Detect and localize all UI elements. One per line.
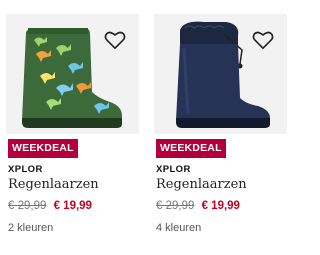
weekdeal-badge: WEEKDEAL bbox=[156, 139, 226, 158]
product-card[interactable]: WEEKDEAL XPLOR Regenlaarzen € 29,99 € 19… bbox=[6, 0, 146, 255]
product-name[interactable]: Regenlaarzen bbox=[8, 177, 99, 192]
sale-price: € 19,99 bbox=[201, 200, 240, 212]
price-row: € 29,99 € 19,99 bbox=[8, 200, 92, 212]
sale-price: € 19,99 bbox=[53, 200, 92, 212]
product-brand: XPLOR bbox=[156, 164, 191, 175]
wishlist-heart-icon[interactable] bbox=[252, 30, 276, 52]
price-row: € 29,99 € 19,99 bbox=[156, 200, 240, 212]
weekdeal-badge: WEEKDEAL bbox=[8, 139, 78, 158]
product-brand: XPLOR bbox=[8, 164, 43, 175]
color-count: 4 kleuren bbox=[156, 222, 202, 234]
product-grid: WEEKDEAL XPLOR Regenlaarzen € 29,99 € 19… bbox=[0, 0, 295, 255]
old-price: € 29,99 bbox=[8, 200, 47, 212]
old-price: € 29,99 bbox=[156, 200, 195, 212]
wishlist-heart-icon[interactable] bbox=[104, 30, 128, 52]
product-name[interactable]: Regenlaarzen bbox=[156, 177, 247, 192]
product-card[interactable]: WEEKDEAL XPLOR Regenlaarzen € 29,99 € 19… bbox=[154, 0, 294, 255]
color-count: 2 kleuren bbox=[8, 222, 54, 234]
